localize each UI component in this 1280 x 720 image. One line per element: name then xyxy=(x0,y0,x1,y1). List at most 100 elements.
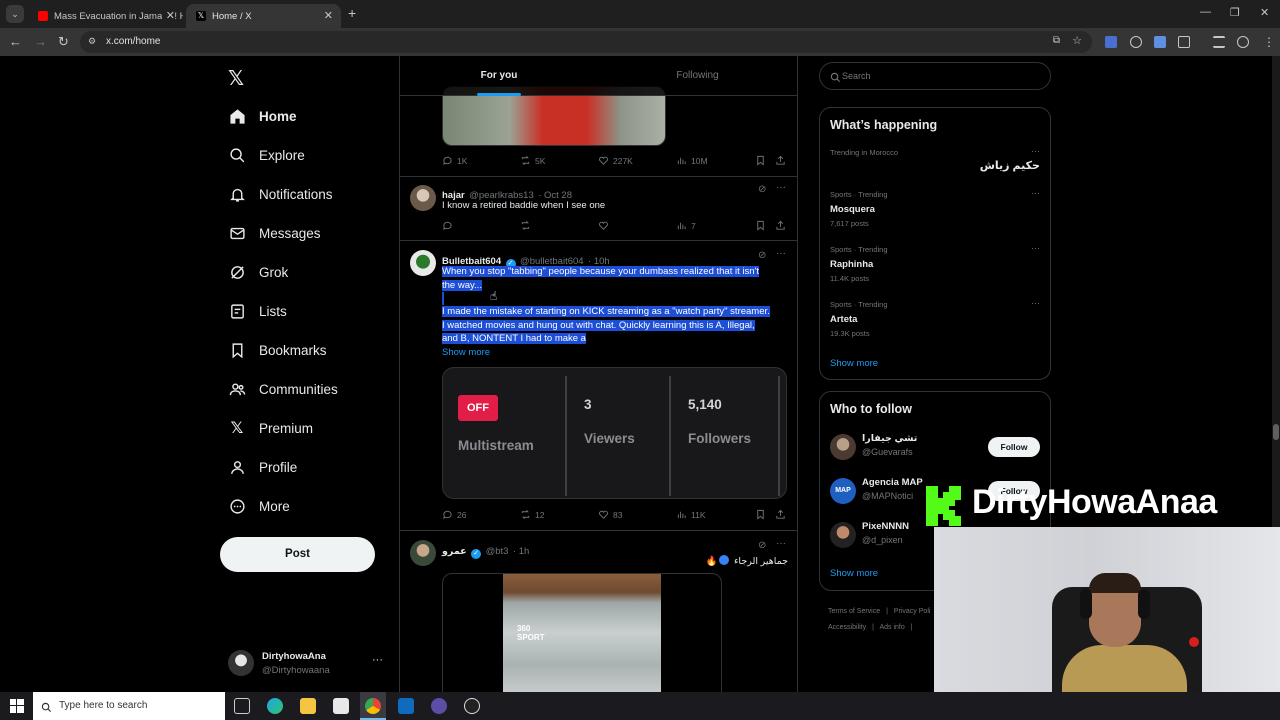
tweet[interactable]: عمرو ✓ @bt3 · 1h ⊘ ··· 🔥 جماهير الرجاء 3… xyxy=(400,531,797,692)
trend-item[interactable]: Sports · Trending Mosquera 7,617 posts ·… xyxy=(830,188,1040,230)
reply-button[interactable]: 26 xyxy=(442,509,466,520)
sidebar-item-more[interactable]: More xyxy=(228,491,290,521)
avatar[interactable] xyxy=(410,250,436,276)
file-explorer-icon[interactable] xyxy=(300,698,316,714)
show-more-link[interactable]: Show more xyxy=(830,358,878,369)
show-more-link[interactable]: Show more xyxy=(442,346,790,360)
bookmark-button[interactable] xyxy=(755,220,766,231)
minimize-icon[interactable]: — xyxy=(1200,6,1211,18)
views-button[interactable]: 11K xyxy=(676,509,706,520)
more-icon[interactable]: ··· xyxy=(1031,146,1040,156)
taskbar-search-input[interactable]: Type here to search xyxy=(33,692,225,720)
stream-card[interactable]: OFF Multistream 3 Viewers 5,140 Follower… xyxy=(442,367,787,499)
chrome-taskbar-button[interactable] xyxy=(360,692,386,720)
tab-search-button[interactable]: ⌄ xyxy=(6,5,24,23)
avatar[interactable] xyxy=(410,185,436,211)
bookmark-star-icon[interactable]: ☆ xyxy=(1072,34,1082,47)
share-button[interactable] xyxy=(775,509,786,520)
footer-link[interactable]: Privacy Poli xyxy=(894,608,931,615)
extension-icon[interactable] xyxy=(1130,36,1142,48)
sidebar-item-messages[interactable]: Messages xyxy=(228,218,321,248)
bookmark-button[interactable] xyxy=(755,509,766,520)
more-icon[interactable]: ··· xyxy=(776,182,786,193)
post-button[interactable]: Post xyxy=(220,537,375,572)
video-thumbnail[interactable]: 360 SPORT xyxy=(503,574,661,692)
obs-icon[interactable] xyxy=(431,698,447,714)
grok-icon[interactable]: ⊘ xyxy=(758,540,766,551)
task-view-icon[interactable] xyxy=(234,698,250,714)
like-button[interactable]: 227K xyxy=(598,155,633,166)
more-icon[interactable]: ··· xyxy=(776,538,786,549)
show-more-link[interactable]: Show more xyxy=(830,568,878,579)
repost-button[interactable]: 5K xyxy=(520,155,545,166)
reply-button[interactable]: 1K xyxy=(442,155,467,166)
x-logo-icon[interactable]: 𝕏 xyxy=(228,66,244,91)
menu-icon[interactable]: ⋮ xyxy=(1263,35,1275,49)
like-button[interactable]: 83 xyxy=(598,509,622,520)
outlook-icon[interactable] xyxy=(398,698,414,714)
grok-icon[interactable]: ⊘ xyxy=(758,184,766,195)
reply-button[interactable] xyxy=(442,220,453,231)
follow-suggestion[interactable]: تشي جيفارا @Guevarafs Follow xyxy=(830,432,1042,462)
install-icon[interactable]: ⧉ xyxy=(1053,35,1060,46)
edge-icon[interactable] xyxy=(267,698,283,714)
footer-link[interactable]: Accessibility xyxy=(828,624,866,631)
sidebar-item-profile[interactable]: Profile xyxy=(228,452,297,482)
repost-button[interactable]: 12 xyxy=(520,509,544,520)
avatar[interactable] xyxy=(410,540,436,566)
restore-icon[interactable]: ❐ xyxy=(1230,6,1240,19)
footer-link[interactable]: Terms of Service xyxy=(828,608,880,615)
translate-extension-icon[interactable] xyxy=(1105,36,1117,48)
sidebar-item-explore[interactable]: Explore xyxy=(228,140,305,170)
scrollbar-thumb[interactable] xyxy=(1273,424,1279,440)
reload-icon[interactable]: ↻ xyxy=(58,34,69,50)
bookmark-button[interactable] xyxy=(755,155,766,166)
more-icon[interactable]: ··· xyxy=(1031,298,1040,308)
tweet[interactable]: Bulletbait604 ✓ @bulletbait604 · 10h ⊘ ·… xyxy=(400,241,797,531)
trend-item[interactable]: Sports · Trending Arteta 19.3K posts ··· xyxy=(830,298,1040,340)
sidebar-item-home[interactable]: Home xyxy=(228,101,297,131)
more-icon[interactable]: ··· xyxy=(1031,188,1040,198)
puzzle-icon[interactable] xyxy=(1178,36,1190,48)
trend-item[interactable]: Sports · Trending Raphinha 11.4K posts ·… xyxy=(830,243,1040,285)
tweet-media[interactable]: 360 SPORT xyxy=(442,573,722,692)
share-button[interactable] xyxy=(775,220,786,231)
windows-start-icon[interactable] xyxy=(10,699,24,718)
browser-tab-x[interactable]: 𝕏 Home / X ✕ xyxy=(186,4,341,28)
more-icon[interactable]: ··· xyxy=(776,248,786,259)
forward-icon[interactable]: → xyxy=(34,34,47,50)
tweet[interactable]: hajar @pearlkrabs13 · Oct 28 ⊘ ··· I kno… xyxy=(400,177,797,241)
repost-button[interactable] xyxy=(520,220,531,231)
sidebar-item-bookmarks[interactable]: Bookmarks xyxy=(228,335,327,365)
sidebar-item-grok[interactable]: Grok xyxy=(228,257,288,287)
site-info-icon[interactable]: ⚙ xyxy=(88,36,96,47)
account-switcher[interactable]: DirtyhowaAna @Dirtyhowaana ··· xyxy=(228,650,388,680)
tab-for-you[interactable]: For you xyxy=(400,56,598,96)
follow-button[interactable]: Follow xyxy=(988,437,1040,457)
like-button[interactable] xyxy=(598,220,609,231)
back-icon[interactable]: ← xyxy=(9,34,22,50)
footer-link[interactable]: Ads info xyxy=(879,624,904,631)
tab-following[interactable]: Following xyxy=(598,56,797,96)
more-icon[interactable]: ··· xyxy=(372,654,383,666)
views-button[interactable]: 7 xyxy=(676,220,696,231)
more-icon[interactable]: ··· xyxy=(1031,243,1040,253)
profile-icon[interactable] xyxy=(1237,36,1249,48)
close-icon[interactable]: ✕ xyxy=(324,9,333,22)
address-bar[interactable]: ⚙ x.com/home ⧉ ☆ xyxy=(80,31,1092,53)
sidebar-item-lists[interactable]: Lists xyxy=(228,296,287,326)
sidebar-item-notifications[interactable]: Notifications xyxy=(228,179,333,209)
share-button[interactable] xyxy=(775,155,786,166)
sidebar-item-premium[interactable]: 𝕏 Premium xyxy=(228,413,313,443)
trend-item[interactable]: Trending in Morocco حكيم زياش ··· xyxy=(830,146,1040,178)
search-input[interactable]: Search xyxy=(819,62,1051,90)
photo-extension-icon[interactable] xyxy=(1154,36,1166,48)
media-control-icon[interactable] xyxy=(1213,36,1225,48)
close-window-icon[interactable]: ✕ xyxy=(1260,6,1269,19)
browser-tab-youtube[interactable]: Mass Evacuation in Jamaica! Hi ✕ xyxy=(28,4,183,28)
new-tab-button[interactable]: + xyxy=(348,5,356,21)
store-icon[interactable] xyxy=(333,698,349,714)
sidebar-item-communities[interactable]: Communities xyxy=(228,374,338,404)
views-button[interactable]: 10M xyxy=(676,155,708,166)
close-icon[interactable]: ✕ xyxy=(161,9,175,22)
